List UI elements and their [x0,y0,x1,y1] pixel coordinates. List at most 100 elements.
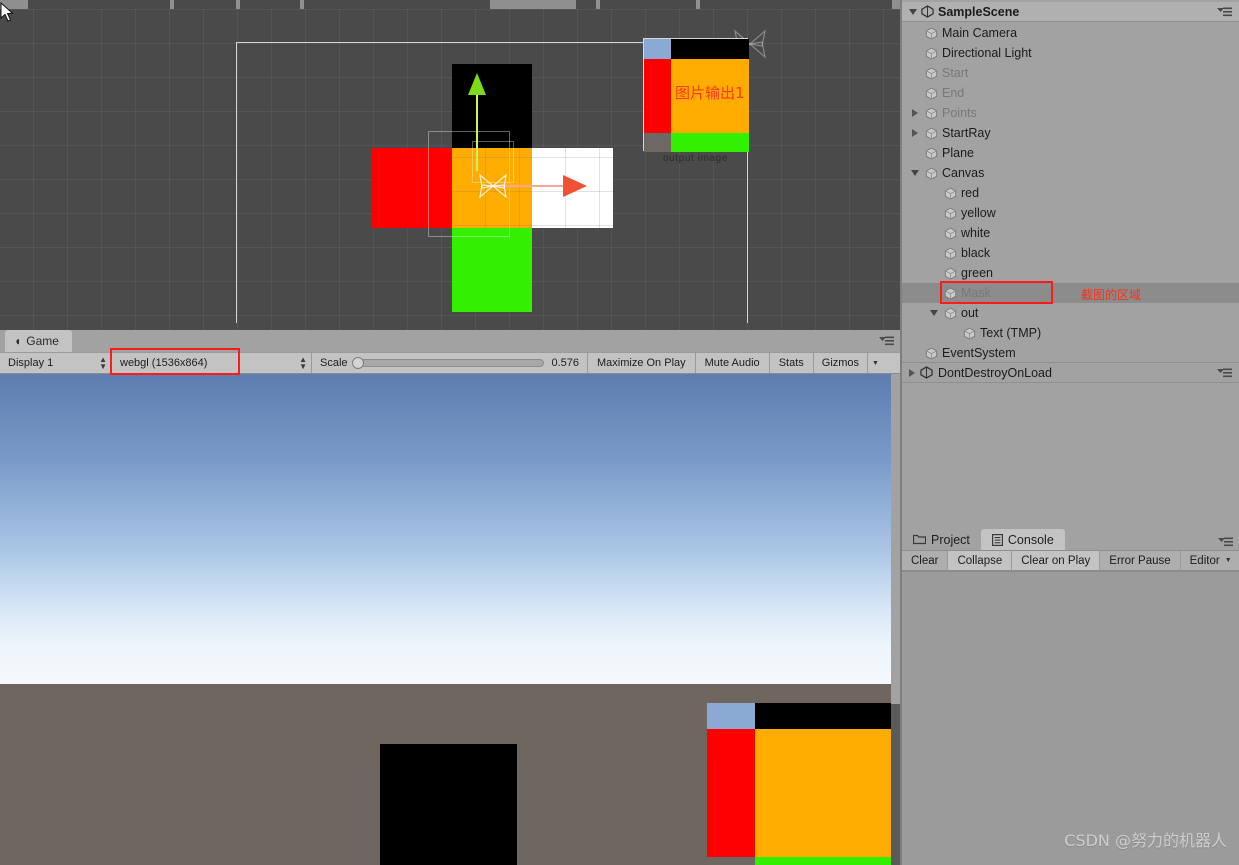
hierarchy-item-label: Directional Light [942,46,1032,60]
resolution-dropdown[interactable]: webgl (1536x864) ▲ ▼ [112,353,312,373]
hierarchy-item-out[interactable]: out [902,303,1239,323]
hierarchy-item-label: green [961,266,993,280]
mute-audio-button[interactable]: Mute Audio [695,353,770,373]
folder-icon [913,534,926,545]
gameobject-cube-icon [944,247,957,260]
gameobject-icon [944,267,957,280]
gizmo-x-arrow-icon[interactable] [563,175,587,197]
move-tool-gizmo[interactable] [470,141,516,209]
hierarchy-item-eventsystem[interactable]: EventSystem [902,343,1239,363]
gameobject-icon [925,167,938,180]
left-column: 图片输出1 output image ◖ Game Display 1 ▲ ▼ … [0,0,900,865]
console-error-pause-button[interactable]: Error Pause [1100,551,1181,570]
scale-slider-group[interactable]: Scale 0.576 [312,353,588,373]
sky-background [0,374,891,684]
scale-slider[interactable] [351,357,545,369]
gizmo-plane-handle[interactable] [472,141,514,183]
gameobject-cube-icon [925,87,938,100]
console-editor-dropdown[interactable]: Editor ▼ [1180,551,1239,570]
console-clear-on-play-button[interactable]: Clear on Play [1012,551,1101,570]
gizmos-button[interactable]: Gizmos [814,353,867,373]
game-tab-label: Game [26,334,59,348]
hierarchy-item-label: Mask [961,286,991,300]
gameobject-cube-icon [944,227,957,240]
scale-value: 0.576 [551,357,579,369]
hierarchy-item-label: Canvas [942,166,985,180]
tab-console[interactable]: Console [980,529,1065,550]
hierarchy-item-points[interactable]: Points [902,103,1239,123]
unity-logo-icon [920,366,933,379]
chevron-down-icon: ▼ [1224,557,1232,564]
display-dropdown[interactable]: Display 1 ▲ ▼ [0,353,112,373]
hierarchy-item-yellow[interactable]: yellow [902,203,1239,223]
hierarchy-item-end[interactable]: End [902,83,1239,103]
hierarchy-item-plane[interactable]: Plane [902,143,1239,163]
gameobject-cube-icon [925,127,938,140]
game-panel: ◖ Game Display 1 ▲ ▼ webgl (1536x864) ▲ … [0,330,900,865]
gameobject-icon [925,47,938,60]
hierarchy-item-text-tmp[interactable]: Text (TMP) [902,323,1239,343]
project-console-panel: Project Console Clear Collapse Clear on … [902,525,1239,865]
gizmos-dropdown-arrow[interactable]: ▼ [867,353,883,373]
hierarchy-menu-icon[interactable] [1217,7,1232,18]
hierarchy-item-black[interactable]: black [902,243,1239,263]
stats-button[interactable]: Stats [769,353,814,373]
mute-audio-label: Mute Audio [704,357,760,369]
gameobject-cube-icon [925,27,938,40]
maximize-on-play-button[interactable]: Maximize On Play [588,353,696,373]
console-collapse-button[interactable]: Collapse [948,551,1013,570]
chevron-down-icon[interactable] [929,310,940,316]
chevron-right-icon[interactable] [909,368,915,377]
game-panel-menu-icon[interactable] [879,336,894,347]
hierarchy-item-label: Main Camera [942,26,1018,40]
gameobject-icon [944,187,957,200]
dont-destroy-menu-icon[interactable] [1217,368,1232,379]
console-log-area[interactable]: CSDN @努力的机器人 [902,571,1239,865]
tab-game[interactable]: ◖ Game [5,330,72,352]
chevron-down-icon[interactable] [909,8,917,15]
hierarchy-item-startray[interactable]: StartRay [902,123,1239,143]
chevron-updown-icon: ▲ ▼ [299,355,307,371]
scene-view[interactable]: 图片输出1 output image [0,0,900,330]
gameobject-icon [925,87,938,100]
hierarchy-item-canvas[interactable]: Canvas [902,163,1239,183]
scene-square-green[interactable] [452,228,532,312]
hierarchy-item-directional-light[interactable]: Directional Light [902,43,1239,63]
chevron-right-icon[interactable] [910,129,921,137]
hierarchy-panel: SampleScene Main Camera Directional Light… [902,0,1239,525]
console-panel-menu-icon[interactable] [1218,537,1233,548]
hierarchy-item-label: Text (TMP) [980,326,1042,340]
console-clear-button[interactable]: Clear [902,551,949,570]
chevron-right-icon[interactable] [910,109,921,117]
hierarchy-scene-header[interactable]: SampleScene [902,2,1239,22]
chevron-down-icon[interactable] [910,170,921,176]
console-clear-on-play-label: Clear on Play [1021,554,1091,567]
hierarchy-item-mask[interactable]: Mask [902,283,1239,303]
hierarchy-item-start[interactable]: Start [902,63,1239,83]
hierarchy-list: Main Camera Directional Light Start End Poin… [902,23,1239,363]
console-error-pause-label: Error Pause [1109,554,1171,567]
hierarchy-item-label: out [961,306,979,320]
hierarchy-item-main-camera[interactable]: Main Camera [902,23,1239,43]
unity-editor-window: 图片输出1 output image ◖ Game Display 1 ▲ ▼ … [0,0,1239,865]
hierarchy-item-green[interactable]: green [902,263,1239,283]
gameobject-icon [925,67,938,80]
resolution-dropdown-label: webgl (1536x864) [120,357,208,369]
tab-project[interactable]: Project [902,529,981,550]
scale-slider-knob[interactable] [351,357,364,369]
game-tab-icon: ◖ [14,334,22,348]
console-toolbar: Clear Collapse Clear on Play Error Pause… [902,550,1239,571]
gizmo-y-arrow-icon[interactable] [468,73,486,95]
hierarchy-dont-destroy-row[interactable]: DontDestroyOnLoad [902,362,1239,383]
scale-label: Scale [320,357,348,369]
hierarchy-item-label: Plane [942,146,974,160]
hierarchy-item-red[interactable]: red [902,183,1239,203]
hierarchy-item-label: End [942,86,965,100]
project-console-tabbar: Project Console [902,528,1239,550]
gameobject-cube-icon [944,287,957,300]
hierarchy-item-label: yellow [961,206,996,220]
gameobject-icon [963,327,976,340]
gameobject-icon [944,247,957,260]
gameobject-icon [925,107,938,120]
hierarchy-item-white[interactable]: white [902,223,1239,243]
